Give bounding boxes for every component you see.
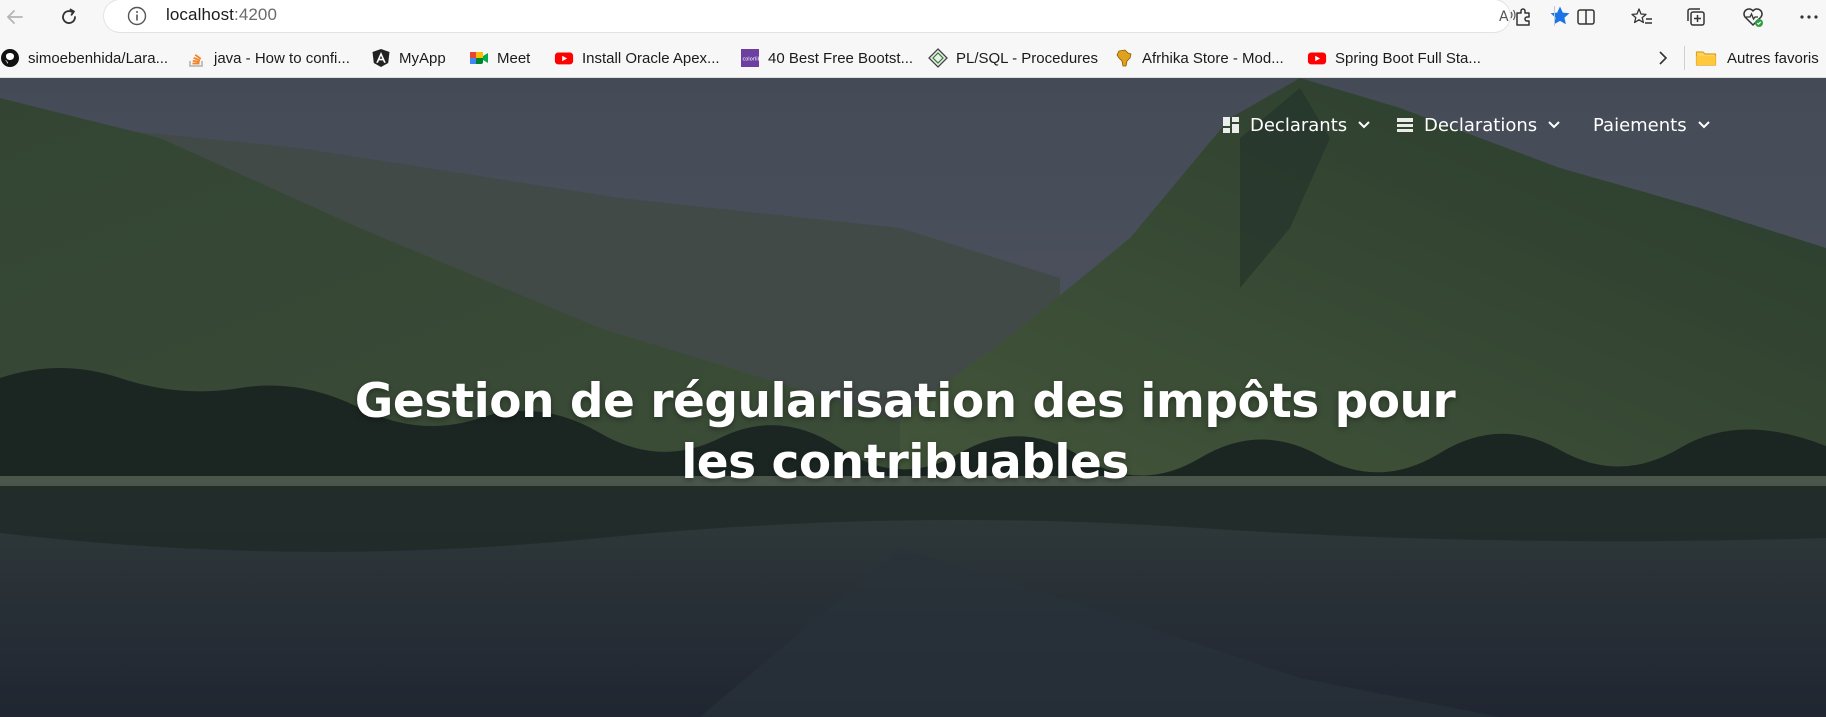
more-menu-button[interactable] bbox=[1794, 2, 1824, 32]
extensions-button[interactable] bbox=[1508, 2, 1538, 32]
browser-essentials-button[interactable] bbox=[1738, 2, 1768, 32]
nav-paiements[interactable]: Paiements bbox=[1593, 108, 1711, 142]
hero-title: Gestion de régularisation des impôts pou… bbox=[354, 374, 1456, 490]
puzzle-icon bbox=[1516, 8, 1530, 26]
chevron-down-icon bbox=[1547, 118, 1561, 132]
reload-icon bbox=[62, 8, 76, 24]
favorites-list-icon bbox=[1631, 8, 1652, 24]
bookmark-item[interactable]: Spring Boot Full Sta... bbox=[1307, 46, 1481, 70]
svg-text:colorlib: colorlib bbox=[743, 57, 761, 63]
bookmark-label: Meet bbox=[497, 49, 531, 67]
africa-icon bbox=[1114, 48, 1134, 68]
youtube-icon bbox=[554, 48, 574, 68]
url-text[interactable]: localhost:4200 bbox=[166, 5, 277, 25]
bookmark-label: 40 Best Free Bootst... bbox=[768, 49, 914, 67]
bookmark-item[interactable]: MyApp bbox=[371, 46, 446, 70]
bookmark-item[interactable]: java - How to confi... bbox=[186, 46, 350, 70]
github-icon bbox=[0, 48, 20, 68]
web-page: Declarants Declarations Paiements Gestio… bbox=[0, 78, 1826, 717]
bookmark-label: Install Oracle Apex... bbox=[582, 49, 720, 67]
nav-declarations[interactable]: Declarations bbox=[1396, 108, 1561, 142]
nav-declarants-label: Declarants bbox=[1250, 114, 1348, 136]
bookmark-item[interactable]: simoebenhida/Lara... bbox=[0, 46, 168, 70]
site-info-icon[interactable] bbox=[126, 5, 148, 27]
angular-icon bbox=[371, 48, 391, 68]
youtube-icon bbox=[1307, 48, 1327, 68]
google-meet-icon bbox=[469, 48, 489, 68]
folder-icon bbox=[1695, 51, 1717, 66]
diamond-icon bbox=[928, 48, 948, 68]
bookmark-item[interactable]: Install Oracle Apex... bbox=[554, 46, 720, 70]
more-bookmarks-button[interactable] bbox=[1652, 46, 1674, 70]
reload-button[interactable] bbox=[54, 2, 84, 32]
nav-paiements-label: Paiements bbox=[1593, 114, 1687, 136]
dashboard-icon bbox=[1223, 117, 1239, 133]
url-port: :4200 bbox=[234, 5, 278, 24]
bookmark-label: Spring Boot Full Sta... bbox=[1335, 49, 1481, 67]
more-dots-icon bbox=[1800, 15, 1818, 19]
chevron-right-icon bbox=[1659, 51, 1668, 65]
toolbar-divider bbox=[1554, 6, 1555, 26]
chevron-down-icon bbox=[1357, 118, 1371, 132]
list-icon bbox=[1397, 118, 1413, 132]
url-host: localhost bbox=[166, 5, 234, 24]
bookmark-item[interactable]: PL/SQL - Procedures bbox=[928, 46, 1098, 70]
bookmark-item[interactable]: colorlib 40 Best Free Bootst... bbox=[740, 46, 913, 70]
other-favorites-folder[interactable]: Autres favoris bbox=[1695, 46, 1819, 70]
browser-toolbar: localhost:4200 A bbox=[0, 0, 1826, 38]
address-bar[interactable]: localhost:4200 A bbox=[104, 0, 1570, 32]
back-button[interactable] bbox=[0, 2, 30, 32]
back-arrow-icon bbox=[6, 10, 23, 24]
bookmark-label: MyApp bbox=[399, 49, 446, 67]
favorites-button[interactable] bbox=[1627, 2, 1657, 32]
favorite-star-button[interactable] bbox=[1547, 3, 1573, 29]
bookmark-label: java - How to confi... bbox=[214, 49, 350, 67]
star-filled-icon bbox=[1550, 6, 1570, 25]
chevron-down-icon bbox=[1697, 118, 1711, 132]
folder-label: Autres favoris bbox=[1727, 49, 1819, 67]
bookmark-item[interactable]: Meet bbox=[469, 46, 530, 70]
bookmark-label: PL/SQL - Procedures bbox=[956, 49, 1099, 67]
split-screen-button[interactable] bbox=[1571, 2, 1601, 32]
stackoverflow-icon bbox=[186, 48, 206, 68]
bookmark-item[interactable]: Afrhika Store - Mod... bbox=[1114, 46, 1284, 70]
nav-declarants[interactable]: Declarants bbox=[1222, 108, 1371, 142]
bookmark-label: simoebenhida/Lara... bbox=[28, 49, 169, 67]
nav-declarations-label: Declarations bbox=[1424, 114, 1538, 136]
split-screen-icon bbox=[1577, 9, 1595, 25]
bookmarks-divider bbox=[1684, 46, 1685, 70]
colorlib-icon: colorlib bbox=[740, 48, 760, 68]
collections-icon bbox=[1687, 8, 1705, 26]
bookmark-label: Afrhika Store - Mod... bbox=[1142, 49, 1284, 67]
heart-pulse-icon bbox=[1743, 8, 1763, 27]
collections-button[interactable] bbox=[1681, 2, 1711, 32]
